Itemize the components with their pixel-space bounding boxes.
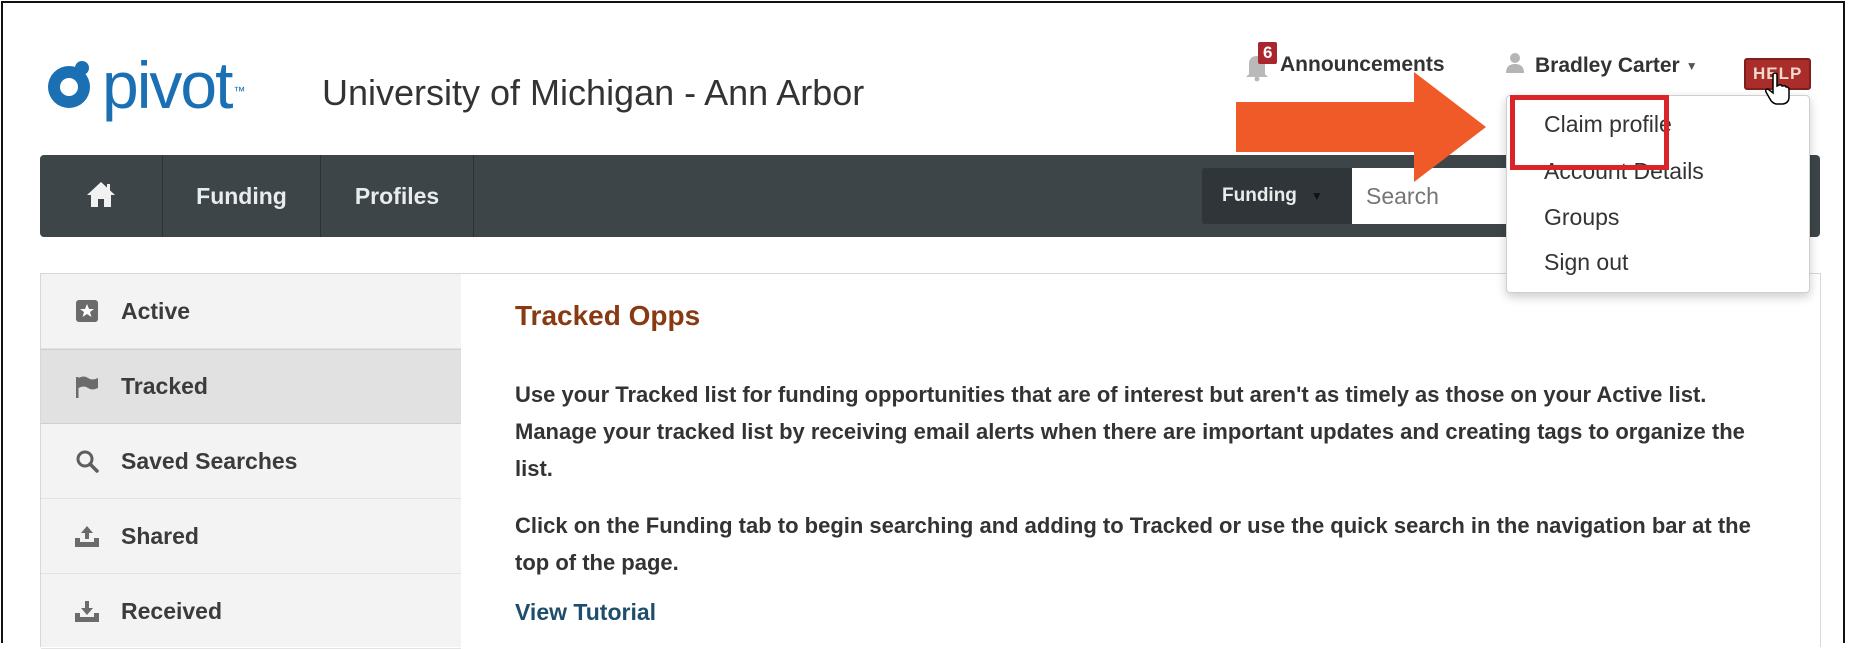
sidebar-item-label: Shared [121,522,199,549]
announcements-count-badge: 6 [1258,42,1278,64]
nav-tab-profiles[interactable]: Profiles [321,155,474,237]
menu-item-sign-out[interactable]: Sign out [1544,249,1628,276]
sidebar-item-label: Received [121,597,223,624]
claim-profile-highlight [1510,95,1669,170]
logo-trademark: ™ [233,84,246,98]
hand-cursor-icon [1765,72,1791,111]
tracked-description: Use your Tracked list for funding opport… [515,382,1745,481]
sidebar-item-label: Tracked [121,373,208,399]
search-scope-value: Funding [1222,185,1297,206]
logo-text: pivot [102,48,233,122]
page-title: Tracked Opps [515,300,701,331]
view-tutorial-link[interactable]: View Tutorial [515,599,656,626]
chevron-down-icon: ▼ [1685,59,1698,73]
user-icon [1505,52,1525,80]
annotation-arrow-icon [1236,72,1488,187]
funding-instructions: Click on the Funding tab to begin search… [515,513,1751,575]
sidebar: Active Tracked Saved Searches Shared Rec… [40,273,462,649]
sidebar-item-label: Active [121,297,191,324]
share-icon [73,524,101,548]
search-icon [73,449,101,473]
menu-item-groups[interactable]: Groups [1544,204,1619,231]
sidebar-item-shared[interactable]: Shared [41,499,461,574]
nav-tab-funding[interactable]: Funding [163,155,321,237]
inbox-icon [73,599,101,623]
caret-down-icon: ▼ [1310,189,1323,203]
sidebar-item-label: Saved Searches [121,447,298,474]
home-button[interactable] [40,155,163,237]
sidebar-item-saved-searches[interactable]: Saved Searches [41,424,461,499]
pivot-logo-mark-icon [42,58,96,112]
user-menu-toggle[interactable]: Bradley Carter ▼ [1505,52,1698,80]
pivot-logo[interactable]: pivot ™ [42,52,245,118]
sidebar-item-active[interactable]: Active [41,274,461,349]
sidebar-item-tracked[interactable]: Tracked [41,349,461,424]
home-icon [86,180,116,213]
flag-icon [73,375,101,399]
institution-name: University of Michigan - Ann Arbor [322,72,865,113]
star-icon [73,299,101,323]
sidebar-item-received[interactable]: Received [41,574,461,649]
main-content: Tracked Opps Use your Tracked list for f… [461,273,1821,647]
user-name: Bradley Carter [1535,54,1680,77]
